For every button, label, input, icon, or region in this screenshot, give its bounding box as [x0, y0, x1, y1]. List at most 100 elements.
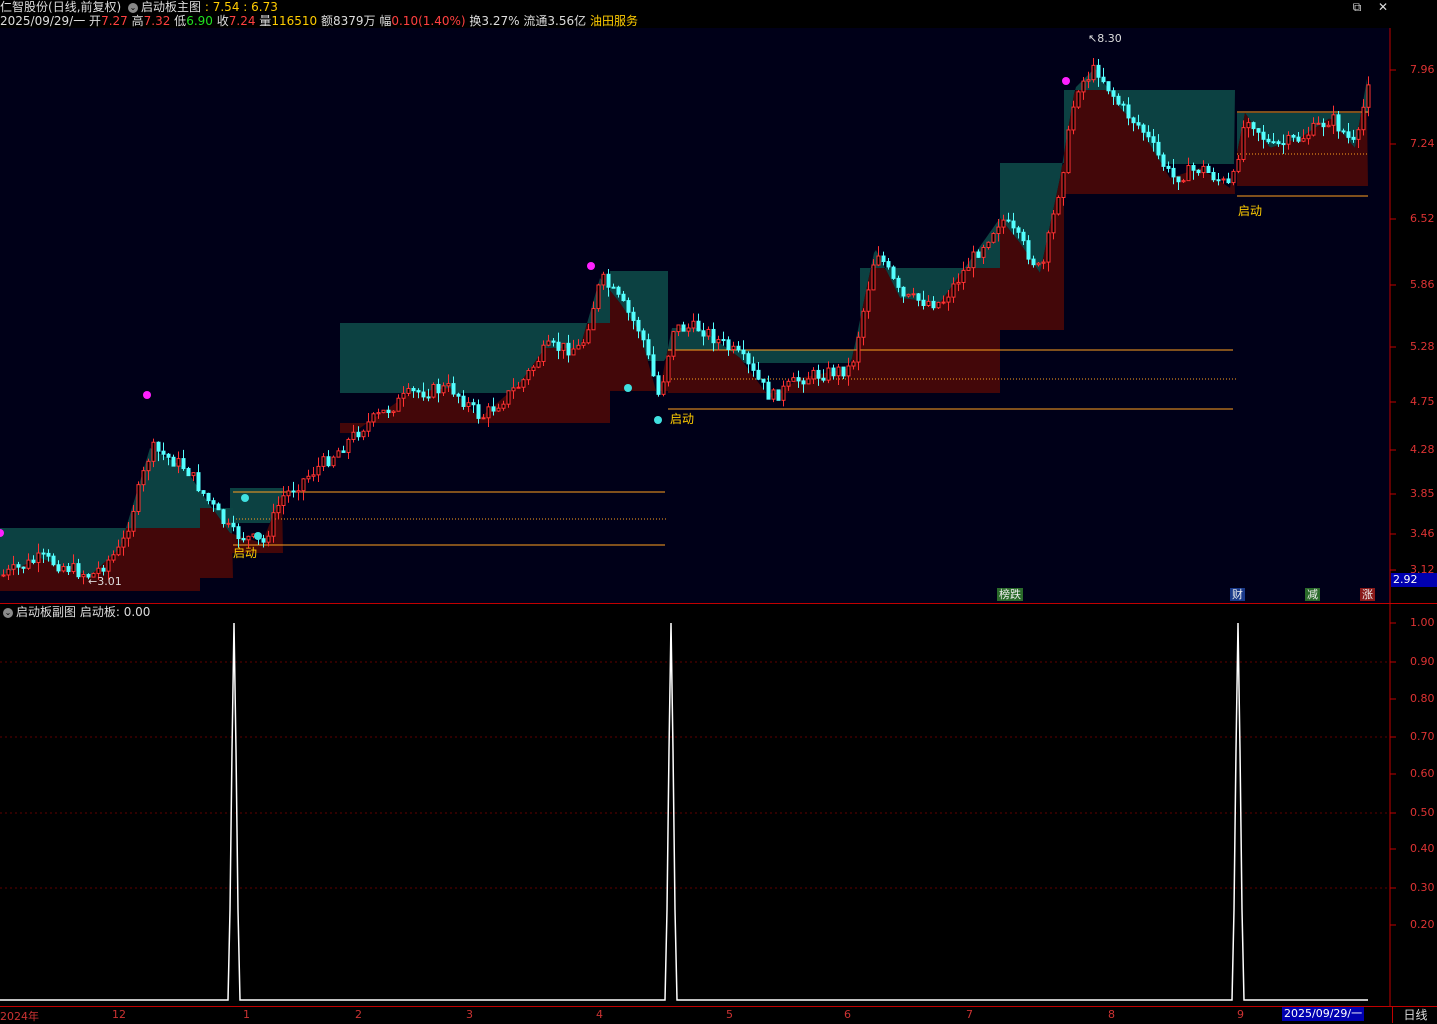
low-value: 6.90 [186, 14, 213, 28]
price-axis-label: 4.75 [1410, 395, 1435, 408]
event-badge-rise[interactable]: 涨 [1360, 588, 1375, 601]
candle-body [571, 348, 576, 356]
indicator-name[interactable]: 启动板主图 [141, 0, 201, 14]
candle-body [21, 566, 26, 569]
restore-window-icon[interactable]: ⧉ [1350, 0, 1364, 14]
candle-body [981, 247, 986, 258]
candle-body [971, 251, 976, 269]
candle-body [1311, 122, 1316, 136]
candle-body [466, 402, 471, 407]
price-axis-label: 4.28 [1410, 443, 1435, 456]
event-badge-finance[interactable]: 财 [1230, 588, 1245, 601]
candle-body [726, 339, 731, 351]
candle-body [1146, 131, 1151, 138]
candle-body [871, 264, 876, 291]
vol-value: 116510 [271, 14, 318, 28]
candle-body [81, 574, 86, 578]
candle-body [1061, 172, 1066, 198]
candle-body [96, 567, 101, 574]
candle-body [1181, 180, 1186, 183]
candle-body [816, 369, 821, 379]
current-price-tag: 2.92 [1391, 573, 1437, 587]
candle-body [41, 552, 46, 555]
candle-body [311, 474, 316, 477]
amount-value: 8379万 [332, 14, 376, 28]
low-mark-annotation: ←3.01 [88, 575, 122, 588]
price-axis-label: 3.46 [1410, 527, 1435, 540]
collapse-icon[interactable]: ⌄ [3, 607, 13, 618]
candle-body [1086, 79, 1091, 82]
candle-body [1001, 219, 1006, 228]
candle-body [421, 391, 426, 398]
candle-body [1156, 141, 1161, 156]
candle-body [461, 395, 466, 407]
candle-body [156, 441, 161, 452]
candle-body [741, 349, 746, 355]
candle-body [976, 251, 981, 258]
time-axis-label: 5 [726, 1008, 733, 1021]
candle-body [401, 392, 406, 399]
candle-body [66, 566, 71, 573]
candle-body [1151, 136, 1156, 143]
candle-body [1201, 165, 1206, 174]
signal-label-1: 启动 [233, 546, 258, 560]
event-badge-reduce[interactable]: 减 [1305, 588, 1320, 601]
candle-body [1326, 124, 1331, 128]
candle-body [861, 310, 866, 338]
candle-body [1176, 176, 1181, 183]
high-mark-annotation: ↖8.30 [1088, 32, 1122, 45]
close-window-icon[interactable]: ✕ [1376, 0, 1390, 14]
candle-body [606, 273, 611, 288]
candle-body [641, 330, 646, 341]
event-badge-rank[interactable]: 榜跌 [997, 588, 1023, 601]
time-axis [0, 1006, 1437, 1023]
sector-label[interactable]: 油田服务 [590, 14, 638, 28]
sub-axis-label: 0.30 [1410, 881, 1435, 894]
signal-dot [587, 262, 595, 270]
candle-body [181, 458, 186, 470]
candle-body [566, 342, 571, 356]
candle-body [591, 308, 596, 331]
candle-body [1, 574, 6, 577]
candle-body [501, 403, 506, 409]
candle-body [456, 393, 461, 397]
candle-body [1051, 213, 1056, 234]
candle-body [1366, 84, 1371, 108]
candle-body [26, 559, 31, 569]
candle-body [891, 266, 896, 279]
main-candlestick-chart[interactable] [0, 28, 1437, 605]
time-axis-label: 6 [844, 1008, 851, 1021]
candle-body [436, 383, 441, 394]
candle-body [876, 255, 881, 266]
candle-body [111, 554, 116, 561]
candle-body [1076, 91, 1081, 108]
candle-body [191, 472, 196, 477]
candle-body [806, 378, 811, 385]
candle-body [916, 293, 921, 301]
candle-body [576, 344, 581, 350]
collapse-icon[interactable]: ⌄ [128, 2, 139, 13]
candle-body [1246, 122, 1251, 129]
candle-body [646, 339, 651, 356]
candle-body [186, 468, 191, 477]
sub-indicator-chart[interactable] [0, 605, 1437, 1006]
candle-body [631, 311, 636, 321]
candle-body [1341, 130, 1346, 133]
close-value: 7.24 [228, 14, 256, 28]
candle-body [326, 456, 331, 467]
candle-body [496, 407, 501, 412]
candle-body [841, 366, 846, 377]
sub-axis-label: 1.00 [1410, 616, 1435, 629]
turnover-label: 换 [469, 14, 482, 28]
candle-body [526, 370, 531, 381]
candle-body [126, 530, 131, 539]
candle-body [101, 567, 106, 572]
candle-body [1096, 64, 1101, 78]
time-axis-label: 4 [596, 1008, 603, 1021]
period-button[interactable]: 日线 [1392, 1006, 1437, 1023]
indicator-values: : 7.54 : 6.73 [204, 0, 278, 14]
sub-chart-name[interactable]: 启动板副图 [16, 605, 76, 619]
candle-body [371, 413, 376, 423]
stock-name[interactable]: 仁智股份 [0, 0, 48, 14]
low-mark-value: 3.01 [97, 575, 122, 588]
